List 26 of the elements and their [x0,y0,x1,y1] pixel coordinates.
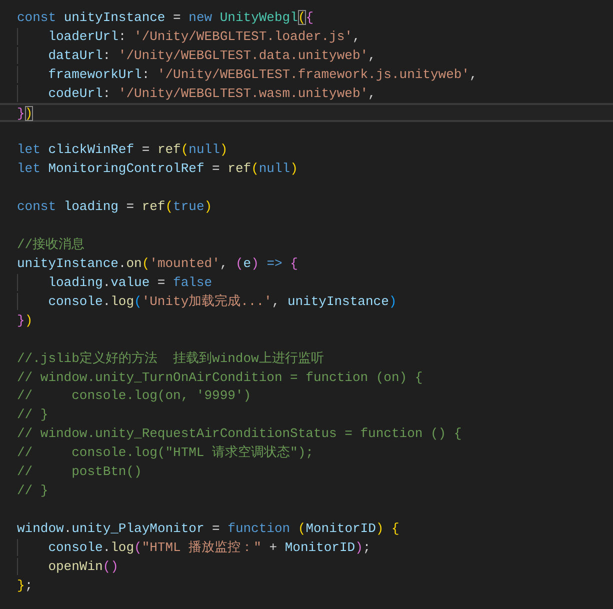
code-line: //接收消息 [17,236,85,254]
code-line: window.unity_PlayMonitor = function (MonitorID) { [17,520,400,538]
code-line: unityInstance.on('mounted', (e) => { [17,254,298,273]
code-line: console.log('Unity加载完成...', unityInstance) [48,292,397,311]
code-line: // } [17,482,48,500]
code-line: }) [17,104,33,123]
code-line: codeUrl: '/Unity/WEBGLTEST.wasm.unityweb', [48,84,376,103]
code-line: frameworkUrl: '/Unity/WEBGLTEST.framework.js.unityweb', [48,66,478,84]
code-line: // } [17,406,48,424]
code-line: }) [17,312,33,330]
code-line: const unityInstance = new UnityWebgl({ [17,9,314,27]
code-line: // console.log(on, '9999') [17,387,252,406]
code-line: // postBtn() [17,463,142,482]
code-line: dataUrl: '/Unity/WEBGLTEST.data.unityweb', [48,46,376,65]
code-line: let MonitoringControlRef = ref(null) [17,160,298,178]
code-line: let clickWinRef = ref(null) [17,141,228,160]
code-line: console.log("HTML 播放监控：" + MonitorID); [48,538,371,557]
code-line: // console.log("HTML 请求空调状态"); [17,444,314,462]
code-line: // window.unity_RequestAirConditionStatus = function () { [17,425,462,444]
code-line: const loading = ref(true) [17,198,212,216]
code-line: //.jslib定义好的方法 挂载到window上进行监听 [17,350,324,368]
code-line: }; [17,576,33,595]
code-line: openWin() [48,558,118,576]
code-line: loaderUrl: '/Unity/WEBGLTEST.loader.js', [48,28,360,46]
code-line: loading.value = false [48,274,212,292]
code-line: // window.unity_TurnOnAirCondition = function (on) { [17,368,423,387]
